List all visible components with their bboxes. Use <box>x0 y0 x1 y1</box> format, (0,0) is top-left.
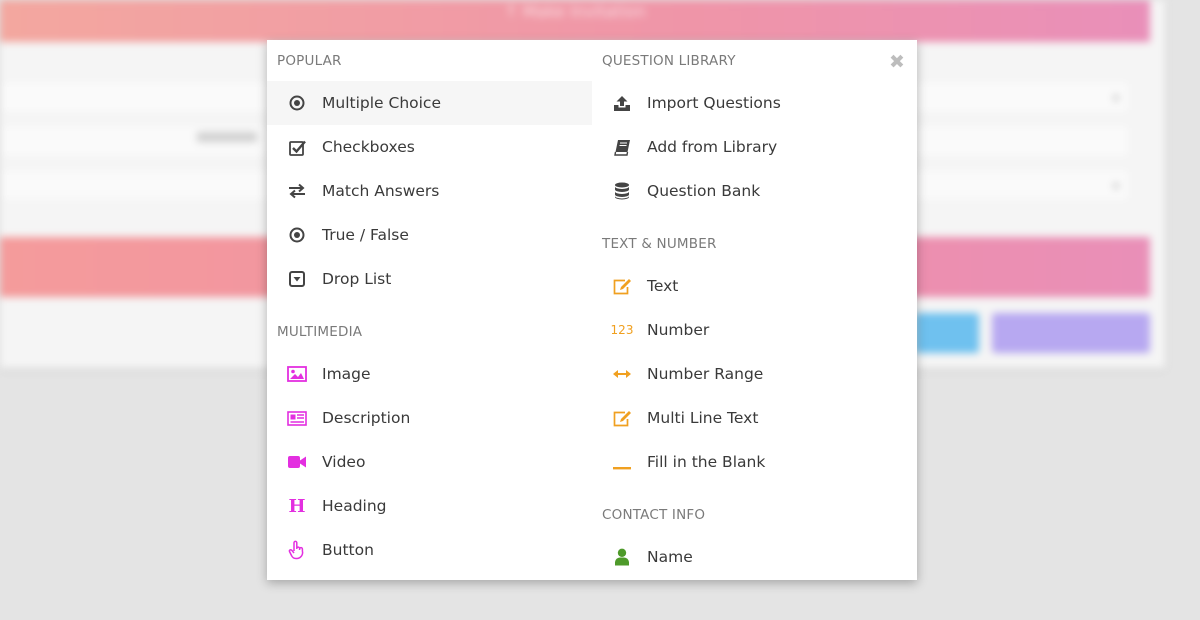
menu-item-add-from-library[interactable]: Add from Library <box>592 125 917 169</box>
background-button <box>992 313 1150 353</box>
menu-item-match-answers[interactable]: Match Answers <box>267 169 592 213</box>
menu-item-label: Heading <box>322 497 387 515</box>
menu-item-video[interactable]: Video <box>267 440 592 484</box>
upload-icon <box>612 93 632 113</box>
menu-item-multi-line-text[interactable]: Multi Line Text <box>592 396 917 440</box>
menu-item-fill-in-the-blank[interactable]: Fill in the Blank <box>592 440 917 484</box>
menu-item-label: Fill in the Blank <box>647 453 766 471</box>
menu-item-label: Import Questions <box>647 94 781 112</box>
underline-blank-icon <box>612 452 632 472</box>
section-title-text-number: TEXT & NUMBER <box>602 236 717 252</box>
menu-item-heading[interactable]: H Heading <box>267 484 592 528</box>
close-icon[interactable]: ✖ <box>887 52 907 72</box>
menu-item-import-questions[interactable]: Import Questions <box>592 81 917 125</box>
heading-icon: H <box>288 495 306 517</box>
video-camera-icon <box>287 452 307 472</box>
pointer-hand-icon <box>287 540 307 560</box>
menu-item-label: Button <box>322 541 374 559</box>
menu-item-label: Name <box>647 548 693 566</box>
book-icon <box>612 137 632 157</box>
menu-item-text[interactable]: Text <box>592 264 917 308</box>
menu-item-label: Drop List <box>322 270 392 288</box>
menu-item-label: Description <box>322 409 411 427</box>
menu-item-button[interactable]: Button <box>267 528 592 572</box>
menu-item-label: Multiple Choice <box>322 94 441 112</box>
checkbox-icon <box>287 137 307 157</box>
menu-item-label: Add from Library <box>647 138 778 156</box>
section-title-question-library: QUESTION LIBRARY <box>602 53 736 69</box>
background-banner-text: ↑ Make Invitation <box>504 2 646 21</box>
dropdown-box-icon <box>287 269 307 289</box>
background-button <box>915 313 979 353</box>
chevron-down-icon: ▾ <box>1112 91 1119 105</box>
menu-item-name[interactable]: Name <box>592 535 917 579</box>
menu-item-image[interactable]: Image <box>267 352 592 396</box>
add-field-popup: ✖ POPULAR Multiple Choice Checkboxes Mat… <box>267 40 917 580</box>
menu-item-checkboxes[interactable]: Checkboxes <box>267 125 592 169</box>
newspaper-icon <box>287 408 307 428</box>
menu-item-number-range[interactable]: Number Range <box>592 352 917 396</box>
menu-item-label: Match Answers <box>322 182 440 200</box>
background-faint-text <box>197 132 257 142</box>
chevron-down-icon: ▾ <box>1112 179 1119 193</box>
menu-item-label: Video <box>322 453 366 471</box>
menu-item-label: Number Range <box>647 365 764 383</box>
section-title-multimedia: MULTIMEDIA <box>277 324 363 340</box>
menu-item-label: Text <box>647 277 679 295</box>
menu-item-label: Image <box>322 365 371 383</box>
edit-icon <box>612 408 632 428</box>
image-icon <box>287 364 307 384</box>
swap-arrows-icon <box>287 181 307 201</box>
menu-item-label: Number <box>647 321 710 339</box>
menu-item-number[interactable]: 123 Number <box>592 308 917 352</box>
radio-icon <box>287 93 307 113</box>
menu-item-multiple-choice[interactable]: Multiple Choice <box>267 81 592 125</box>
menu-item-description[interactable]: Description <box>267 396 592 440</box>
background-banner: ↑ Make Invitation <box>0 0 1150 42</box>
menu-item-drop-list[interactable]: Drop List <box>267 257 592 301</box>
edit-icon <box>612 276 632 296</box>
menu-item-label: Checkboxes <box>322 138 415 156</box>
database-icon <box>612 181 632 201</box>
radio-icon <box>287 225 307 245</box>
section-title-popular: POPULAR <box>277 53 342 69</box>
section-title-contact-info: CONTACT INFO <box>602 507 706 523</box>
horizontal-arrows-icon <box>612 364 632 384</box>
menu-item-label: Question Bank <box>647 182 761 200</box>
menu-item-true-false[interactable]: True / False <box>267 213 592 257</box>
user-icon <box>612 547 632 567</box>
menu-item-label: Multi Line Text <box>647 409 759 427</box>
numbers-icon: 123 <box>610 323 634 337</box>
menu-item-question-bank[interactable]: Question Bank <box>592 169 917 213</box>
menu-item-label: True / False <box>322 226 409 244</box>
